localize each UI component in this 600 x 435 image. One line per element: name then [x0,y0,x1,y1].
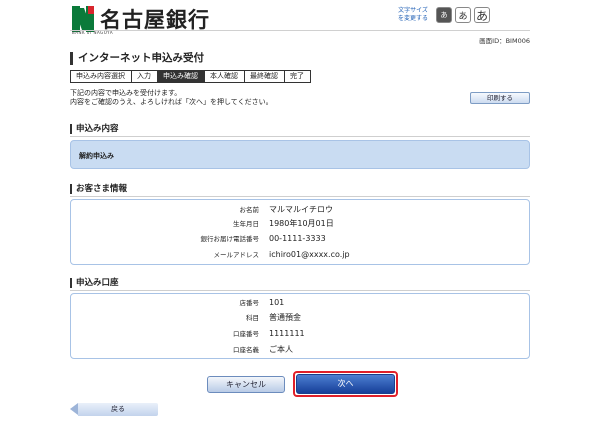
font-size-medium-button[interactable]: あ [455,7,471,23]
account-section-title: 申込み口座 [70,278,119,288]
application-section-title: 申込み内容 [70,124,119,134]
table-row: 科目 普通預金 [71,312,529,324]
step-identity: 本人確認 [204,70,245,83]
header-divider [70,30,530,31]
email-value: ichiro01@xxxx.co.jp [269,250,350,259]
step-input: 入力 [131,70,158,83]
phone-label: 銀行お届け電話番号 [200,235,260,243]
table-row: 口座名義 ご本人 [71,344,529,356]
font-size-switcher: 文字サイズを変更する あ あ あ [396,7,490,23]
email-label: メールアドレス [213,251,260,259]
cancel-button[interactable]: キャンセル [207,376,285,393]
back-button-label: 戻る [78,403,158,416]
table-row: 口座番号 1111111 [71,328,529,340]
table-row: メールアドレス ichiro01@xxxx.co.jp [71,249,529,261]
step-final: 最終確認 [244,70,285,83]
intro-text: 下記の内容で申込みを受付けます。 内容をご確認のうえ、よろしければ「次へ」を押し… [70,89,273,107]
next-button[interactable]: 次へ [296,374,395,394]
intro-line-1: 下記の内容で申込みを受付けます。 [70,89,182,97]
step-select: 申込み内容選択 [70,70,132,83]
font-size-large-button[interactable]: あ [474,7,490,23]
customer-section-divider [70,196,530,197]
font-size-small-button[interactable]: あ [436,7,452,23]
table-row: 店番号 101 [71,297,529,309]
customer-info-box: お名前 マルマルイチロウ 生年月日 1980年10月01日 銀行お届け電話番号 … [70,199,530,265]
account-holder-value: ご本人 [269,345,293,354]
page-title: インターネット申込み受付 [70,52,204,65]
back-arrow-icon [70,403,78,415]
application-content-box: 解約申込み [70,140,530,169]
back-button[interactable]: 戻る [70,403,158,416]
customer-name-value: マルマルイチロウ [269,205,333,214]
progress-steps: 申込み内容選択 入力 申込み確認 本人確認 最終確認 完了 [70,70,311,83]
phone-value: 00-1111-3333 [269,234,326,243]
account-section-divider [70,290,530,291]
account-type-label: 科目 [246,314,259,322]
intro-line-2: 内容をご確認のうえ、よろしければ「次へ」を押してください。 [70,98,273,106]
application-section-divider [70,136,530,137]
application-content: 解約申込み [79,152,114,160]
birthdate-value: 1980年10月01日 [269,219,334,228]
account-info-box: 店番号 101 科目 普通預金 口座番号 1111111 口座名義 ご本人 [70,293,530,359]
table-row: 銀行お届け電話番号 00-1111-3333 [71,233,529,245]
table-row: お名前 マルマルイチロウ [71,204,529,216]
branch-number-label: 店番号 [239,299,260,307]
font-size-label: 文字サイズを変更する [397,7,428,22]
account-holder-label: 口座名義 [233,346,259,354]
branch-number-value: 101 [269,298,285,307]
step-confirm: 申込み確認 [157,70,205,83]
customer-section-title: お客さま情報 [70,184,127,194]
step-complete: 完了 [284,70,311,83]
account-number-value: 1111111 [269,329,305,338]
screen-id: 画面ID：BIM006 [479,37,530,45]
print-button[interactable]: 印刷する [470,92,530,104]
birthdate-label: 生年月日 [233,220,259,228]
table-row: 生年月日 1980年10月01日 [71,218,529,230]
bank-logo-icon [72,6,94,32]
customer-name-label: お名前 [239,206,260,214]
account-type-value: 普通預金 [269,313,301,322]
account-number-label: 口座番号 [233,330,259,338]
